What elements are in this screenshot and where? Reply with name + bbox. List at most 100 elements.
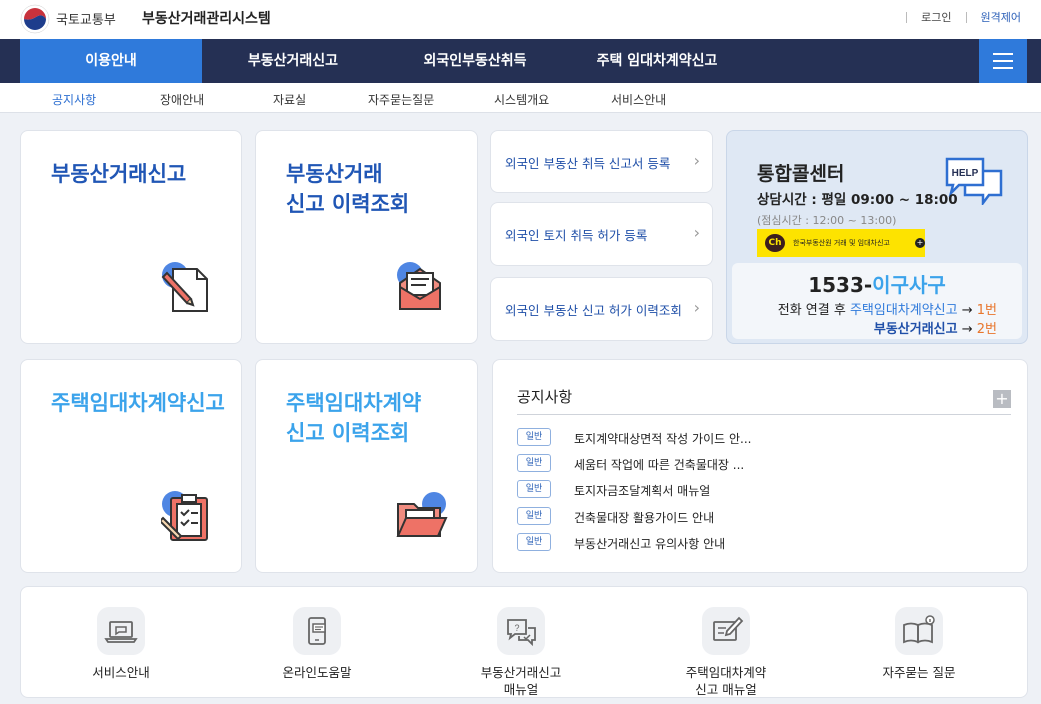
subnav-outage[interactable]: 장애안내 [160, 91, 204, 108]
real-estate-history-card[interactable]: 부동산거래 신고 이력조회 [255, 130, 478, 344]
book-info-icon [895, 607, 943, 655]
subnav-library[interactable]: 자료실 [273, 91, 306, 108]
kakao-channel-label: 한국부동산원 거래 및 임대차신고 [793, 239, 890, 247]
link-label: 외국인 부동산 취득 신고서 등록 [505, 156, 671, 171]
divider [517, 414, 1011, 415]
login-link[interactable]: 로그인 [921, 9, 951, 25]
tab-usage-guide[interactable]: 이용안내 [20, 39, 202, 83]
foreign-land-permit-link[interactable]: 외국인 토지 취득 허가 등록 › [490, 202, 713, 266]
folder-open-icon [396, 492, 448, 537]
card-title: 부동산거래신고 [51, 162, 187, 186]
guide-number: 2번 [976, 322, 997, 337]
label-line1: 주택임대차계약 [685, 665, 767, 680]
ministry-name: 국토교통부 [56, 13, 116, 28]
notice-item-title[interactable]: 토지계약대상면적 작성 가이드 안... [574, 430, 751, 447]
quick-link-service-guide[interactable]: 서비스안내 [21, 587, 221, 699]
quick-link-label: 자주묻는 질문 [882, 665, 956, 680]
phone-number: 1533-이구사구 [732, 269, 1022, 298]
card-title-line1: 부동산거래 [286, 162, 383, 186]
question-chat-icon: ? [497, 607, 545, 655]
guide-number: 1번 [976, 303, 997, 318]
quick-link-faq[interactable]: 자주묻는 질문 [819, 587, 1019, 699]
guide-prefix: 전화 연결 후 [777, 303, 850, 318]
kakao-channel-button[interactable]: Ch 한국부동산원 거래 및 임대차신고 + [757, 229, 925, 257]
edit-document-icon [702, 607, 750, 655]
svg-text:?: ? [514, 623, 519, 633]
subnav-notice[interactable]: 공지사항 [52, 91, 96, 108]
top-links: 로그인 원격제어 [892, 9, 1021, 25]
phone-guide-line1: 전화 연결 후 주택임대차계약신고 → 1번 [778, 299, 997, 318]
call-center-hours: 상담시간 : 평일 09:00 ~ 18:00 [757, 192, 958, 208]
real-estate-report-card[interactable]: 부동산거래신고 [20, 130, 242, 344]
quick-link-real-estate-manual[interactable]: ? 부동산거래신고 매뉴얼 [421, 587, 621, 699]
plus-icon: + [915, 238, 925, 248]
notice-item-title[interactable]: 건축물대장 활용가이드 안내 [574, 509, 714, 526]
quick-link-label: 서비스안내 [92, 665, 150, 680]
notice-item-title[interactable]: 부동산거래신고 유의사항 안내 [574, 535, 725, 552]
subnav-faq[interactable]: 자주묻는질문 [368, 91, 434, 108]
card-title: 주택임대차계약신고 [51, 391, 225, 415]
notice-title: 공지사항 [517, 388, 573, 406]
phone-info-box: 1533-이구사구 전화 연결 후 주택임대차계약신고 → 1번 부동산거래신고… [732, 263, 1022, 339]
subnav-service-guide[interactable]: 서비스안내 [611, 91, 666, 108]
quick-link-lease-manual[interactable]: 주택임대차계약 신고 매뉴얼 [626, 587, 826, 699]
card-title-line2: 신고 이력조회 [286, 421, 410, 445]
tab-real-estate-report[interactable]: 부동산거래신고 [202, 39, 384, 83]
guide-service: 부동산거래신고 [873, 322, 958, 337]
lease-history-card[interactable]: 주택임대차계약 신고 이력조회 [255, 359, 478, 573]
notice-badge: 일반 [517, 480, 551, 498]
envelope-letter-icon [397, 262, 441, 310]
foreign-acquisition-register-link[interactable]: 외국인 부동산 취득 신고서 등록 › [490, 130, 713, 193]
subnav-system-overview[interactable]: 시스템개요 [494, 91, 549, 108]
top-bar: 국토교통부 부동산거래관리시스템 로그인 원격제어 [0, 0, 1041, 39]
guide-arrow: → [957, 303, 977, 318]
label-line2: 신고 매뉴얼 [695, 682, 757, 697]
card-title-line2: 신고 이력조회 [286, 192, 410, 216]
lease-report-card[interactable]: 주택임대차계약신고 [20, 359, 242, 573]
divider [965, 11, 967, 23]
notice-item-title[interactable]: 세움터 작업에 따른 건축물대장 ... [574, 456, 744, 473]
link-label: 외국인 부동산 신고 허가 이력조회 [505, 303, 682, 318]
quick-link-label: 부동산거래신고 매뉴얼 [421, 664, 621, 698]
tab-foreign-acquisition[interactable]: 외국인부동산취득 [384, 39, 566, 83]
sub-nav: 공지사항 장애안내 자료실 자주묻는질문 시스템개요 서비스안내 [0, 83, 1041, 113]
quick-links-bar: 서비스안내 온라인도움말 ? 부동산거래신고 매뉴얼 주택임대차계약 신고 매뉴… [20, 586, 1028, 698]
system-name: 부동산거래관리시스템 [142, 11, 271, 27]
notice-badge: 일반 [517, 454, 551, 472]
phone-guide-line2: 부동산거래신고 → 2번 [874, 318, 997, 337]
main-nav: 이용안내 부동산거래신고 외국인부동산취득 주택 임대차계약신고 [0, 39, 1041, 83]
kakao-channel-icon: Ch [765, 234, 785, 252]
call-center-title: 통합콜센터 [757, 163, 845, 185]
quick-link-label: 주택임대차계약 신고 매뉴얼 [626, 664, 826, 698]
quick-link-label: 온라인도움말 [282, 665, 352, 680]
chevron-right-icon: › [693, 298, 700, 317]
call-center-panel: 통합콜센터 HELP 상담시간 : 평일 09:00 ~ 18:00 (점심시간… [726, 130, 1028, 344]
notice-panel: 공지사항 + 일반 토지계약대상면적 작성 가이드 안... 일반 세움터 작업… [492, 359, 1028, 573]
notice-item-title[interactable]: 토지자금조달계획서 매뉴얼 [574, 482, 710, 499]
help-text: HELP [952, 168, 979, 179]
mobile-help-icon [293, 607, 341, 655]
link-label: 외국인 토지 취득 허가 등록 [505, 228, 648, 243]
tab-lease-report[interactable]: 주택 임대차계약신고 [566, 39, 748, 83]
foreign-permit-history-link[interactable]: 외국인 부동산 신고 허가 이력조회 › [490, 277, 713, 341]
label-line1: 부동산거래신고 [480, 665, 562, 680]
card-title: 부동산거래 신고 이력조회 [286, 159, 409, 219]
divider [906, 11, 908, 23]
clipboard-checklist-icon [161, 491, 208, 541]
guide-service: 주택임대차계약신고 [849, 303, 958, 318]
card-title-line1: 주택임대차계약 [286, 391, 422, 415]
card-title: 주택임대차계약 신고 이력조회 [286, 388, 421, 448]
phone-word: 이구사구 [872, 273, 946, 297]
government-emblem-icon [20, 4, 50, 34]
notice-badge: 일반 [517, 428, 551, 446]
document-pencil-icon [161, 262, 208, 312]
phone-digits: 1533- [808, 273, 873, 297]
quick-link-online-help[interactable]: 온라인도움말 [217, 587, 417, 699]
hamburger-menu-icon[interactable] [979, 39, 1027, 83]
chevron-right-icon: › [693, 223, 700, 242]
lunch-hours: (점심시간 : 12:00 ~ 13:00) [757, 214, 897, 227]
notice-badge: 일반 [517, 507, 551, 525]
remote-control-link[interactable]: 원격제어 [981, 9, 1021, 25]
notice-badge: 일반 [517, 533, 551, 551]
more-plus-icon[interactable]: + [993, 390, 1011, 408]
